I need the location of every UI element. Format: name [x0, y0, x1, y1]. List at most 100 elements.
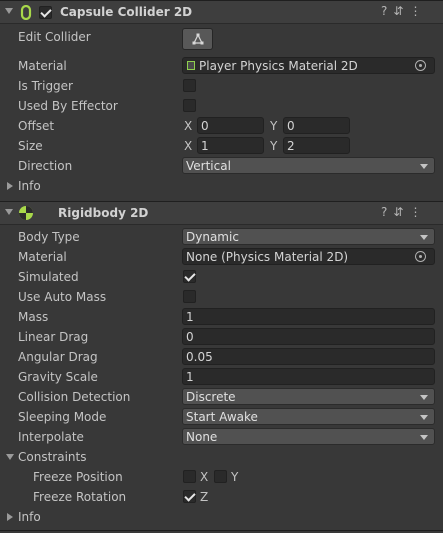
- chevron-down-icon: [420, 235, 428, 240]
- freeze-position-row: Freeze Position X Y: [0, 467, 443, 487]
- rb-material-row: Material None (Physics Material 2D): [0, 247, 443, 267]
- material-object-field[interactable]: Player Physics Material 2D: [182, 57, 435, 74]
- rb-material-object-field[interactable]: None (Physics Material 2D): [182, 248, 435, 265]
- offset-row: Offset X 0 Y 0: [0, 116, 443, 136]
- freeze-rotation-z-checkbox[interactable]: [183, 490, 196, 503]
- offset-x-label: X: [184, 119, 193, 133]
- material-label: Material: [18, 59, 67, 73]
- freeze-rotation-row: Freeze Rotation Z: [0, 487, 443, 507]
- freeze-position-label: Freeze Position: [33, 470, 123, 484]
- linear-drag-row: Linear Drag 0: [0, 327, 443, 347]
- more-icon[interactable]: ⋮: [409, 205, 427, 219]
- material-value: Player Physics Material 2D: [199, 59, 358, 73]
- simulated-label: Simulated: [18, 270, 79, 284]
- size-row: Size X 1 Y 2: [0, 136, 443, 156]
- body-type-dropdown[interactable]: Dynamic: [182, 228, 435, 245]
- component-title: Rigidbody 2D: [58, 206, 149, 220]
- foldout-arrow-icon[interactable]: [5, 8, 13, 14]
- info-foldout[interactable]: Info: [0, 176, 443, 196]
- linear-drag-field[interactable]: 0: [182, 328, 435, 345]
- use-auto-mass-checkbox[interactable]: [183, 290, 196, 303]
- physics-material-icon: [187, 61, 195, 70]
- collision-detection-dropdown[interactable]: Discrete: [182, 388, 435, 405]
- sleeping-mode-label: Sleeping Mode: [18, 410, 107, 424]
- body-type-row: Body Type Dynamic: [0, 227, 443, 247]
- offset-label: Offset: [18, 119, 55, 133]
- enabled-checkbox[interactable]: [39, 6, 52, 19]
- help-icon[interactable]: ?: [381, 205, 393, 219]
- capsule-collider-header[interactable]: Capsule Collider 2D ?⇵⋮: [0, 0, 443, 24]
- size-y-label: Y: [270, 139, 278, 153]
- rb-info-foldout[interactable]: Info: [0, 507, 443, 527]
- collision-detection-row: Collision Detection Discrete: [0, 387, 443, 407]
- freeze-position-y-label: Y: [231, 470, 239, 484]
- freeze-rotation-label: Freeze Rotation: [33, 490, 127, 504]
- is-trigger-checkbox[interactable]: [183, 79, 196, 92]
- offset-y-label: Y: [270, 119, 278, 133]
- angular-drag-field[interactable]: 0.05: [182, 348, 435, 365]
- gravity-scale-label: Gravity Scale: [18, 370, 98, 384]
- constraints-foldout[interactable]: Constraints: [0, 447, 443, 467]
- used-by-effector-label: Used By Effector: [18, 99, 118, 113]
- foldout-arrow-icon[interactable]: [5, 209, 13, 215]
- simulated-row: Simulated: [0, 267, 443, 287]
- info-label: Info: [18, 179, 41, 193]
- more-icon[interactable]: ⋮: [409, 4, 427, 18]
- preset-icon[interactable]: ⇵: [393, 205, 409, 219]
- material-label: Material: [18, 250, 67, 264]
- rigidbody-header[interactable]: Rigidbody 2D ?⇵⋮: [0, 201, 443, 225]
- direction-label: Direction: [18, 159, 73, 173]
- bottom-divider: [0, 530, 443, 531]
- edit-collider-label: Edit Collider: [18, 30, 91, 44]
- freeze-position-x-checkbox[interactable]: [183, 470, 196, 483]
- gravity-scale-row: Gravity Scale 1: [0, 367, 443, 387]
- direction-row: Direction Vertical: [0, 156, 443, 176]
- object-picker-icon[interactable]: [415, 60, 426, 71]
- mass-label: Mass: [18, 310, 49, 324]
- offset-x-field[interactable]: 0: [197, 117, 264, 134]
- help-icon[interactable]: ?: [381, 4, 393, 18]
- collision-detection-label: Collision Detection: [18, 390, 131, 404]
- linear-drag-label: Linear Drag: [18, 330, 89, 344]
- edit-collider-button[interactable]: [182, 28, 213, 50]
- foldout-arrow-icon[interactable]: [7, 182, 13, 190]
- info-label: Info: [18, 510, 41, 524]
- size-y-field[interactable]: 2: [283, 137, 350, 154]
- rigidbody-icon: [19, 206, 33, 220]
- body-type-value: Dynamic: [186, 230, 239, 244]
- is-trigger-row: Is Trigger: [0, 76, 443, 96]
- chevron-down-icon: [420, 415, 428, 420]
- chevron-down-icon: [420, 164, 428, 169]
- preset-icon[interactable]: ⇵: [393, 4, 409, 18]
- mass-row: Mass 1: [0, 307, 443, 327]
- used-by-effector-row: Used By Effector: [0, 96, 443, 116]
- foldout-arrow-icon[interactable]: [6, 454, 14, 460]
- simulated-checkbox[interactable]: [183, 270, 196, 283]
- freeze-position-y-checkbox[interactable]: [214, 470, 227, 483]
- body-type-label: Body Type: [18, 230, 80, 244]
- edit-shape-icon: [192, 33, 204, 45]
- sleeping-mode-dropdown[interactable]: Start Awake: [182, 408, 435, 425]
- sleeping-mode-row: Sleeping Mode Start Awake: [0, 407, 443, 427]
- gravity-scale-field[interactable]: 1: [182, 368, 435, 385]
- sleeping-mode-value: Start Awake: [186, 410, 258, 424]
- angular-drag-label: Angular Drag: [18, 350, 98, 364]
- material-value: None (Physics Material 2D): [186, 250, 349, 264]
- use-auto-mass-label: Use Auto Mass: [18, 290, 107, 304]
- size-x-field[interactable]: 1: [197, 137, 264, 154]
- chevron-down-icon: [420, 435, 428, 440]
- interpolate-row: Interpolate None: [0, 427, 443, 447]
- foldout-arrow-icon[interactable]: [7, 513, 13, 521]
- object-picker-icon[interactable]: [415, 251, 426, 262]
- is-trigger-label: Is Trigger: [18, 79, 73, 93]
- size-label: Size: [18, 139, 43, 153]
- offset-y-field[interactable]: 0: [283, 117, 350, 134]
- used-by-effector-checkbox[interactable]: [183, 99, 196, 112]
- angular-drag-row: Angular Drag 0.05: [0, 347, 443, 367]
- interpolate-dropdown[interactable]: None: [182, 428, 435, 445]
- material-row: Material Player Physics Material 2D: [0, 56, 443, 76]
- direction-dropdown[interactable]: Vertical: [182, 157, 435, 174]
- use-auto-mass-row: Use Auto Mass: [0, 287, 443, 307]
- freeze-position-x-label: X: [200, 470, 209, 484]
- mass-field[interactable]: 1: [182, 308, 435, 325]
